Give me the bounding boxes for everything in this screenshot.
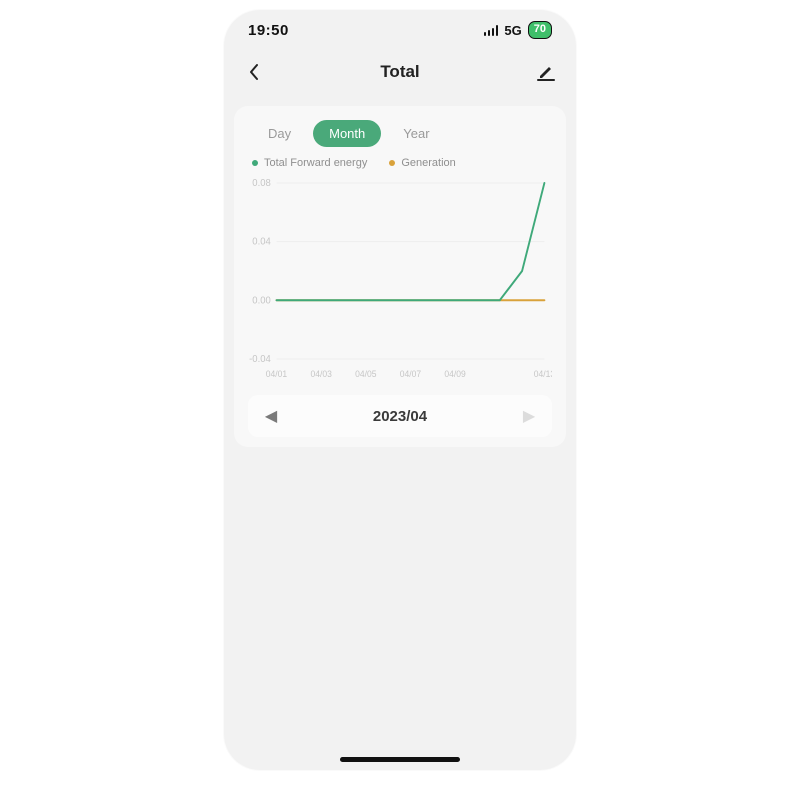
tab-month[interactable]: Month (313, 120, 381, 147)
network-label: 5G (504, 23, 521, 38)
tab-day[interactable]: Day (252, 120, 307, 147)
svg-text:0.08: 0.08 (252, 178, 270, 189)
svg-text:04/05: 04/05 (355, 369, 376, 379)
svg-text:04/13: 04/13 (534, 369, 552, 379)
legend-label-generation: Generation (401, 157, 455, 169)
page-title: Total (224, 62, 576, 82)
svg-text:04/01: 04/01 (266, 369, 287, 379)
status-right: 5G 70 (484, 21, 552, 38)
chart-area: -0.04 0.00 0.04 0.08 04/01 04/03 04/05 04/07 04/… (248, 177, 552, 387)
date-picker-label: 2023/04 (373, 408, 427, 425)
pencil-icon (537, 63, 555, 81)
range-tabs: Day Month Year (248, 120, 552, 157)
chevron-left-icon (247, 63, 261, 81)
nav-bar: Total (224, 54, 576, 90)
svg-text:0.04: 0.04 (252, 236, 271, 247)
legend-label-forward: Total Forward energy (264, 157, 367, 169)
signal-icon (484, 25, 499, 36)
home-indicator (340, 757, 460, 762)
back-button[interactable] (242, 60, 266, 84)
svg-text:04/03: 04/03 (310, 369, 331, 379)
svg-text:04/09: 04/09 (444, 369, 465, 379)
next-month-button[interactable]: ▶ (520, 406, 538, 426)
legend-item-forward: Total Forward energy (252, 157, 367, 169)
chart-card: Day Month Year Total Forward energy Gene… (234, 106, 566, 447)
status-time: 19:50 (248, 22, 289, 39)
edit-button[interactable] (534, 60, 558, 84)
prev-month-button[interactable]: ◀ (262, 406, 280, 426)
phone-frame: 19:50 5G 70 Total Day Month (224, 10, 576, 770)
battery-icon: 70 (528, 21, 552, 38)
legend-item-generation: Generation (389, 157, 455, 169)
chart-legend: Total Forward energy Generation (248, 157, 552, 177)
svg-text:-0.04: -0.04 (249, 354, 271, 365)
status-bar: 19:50 5G 70 (224, 10, 576, 50)
line-chart: -0.04 0.00 0.04 0.08 04/01 04/03 04/05 04/07 04/… (248, 177, 552, 387)
date-picker: ◀ 2023/04 ▶ (248, 395, 552, 437)
svg-text:0.00: 0.00 (252, 295, 271, 306)
tab-year[interactable]: Year (387, 120, 445, 147)
svg-text:04/07: 04/07 (400, 369, 421, 379)
legend-dot-forward (252, 160, 258, 166)
legend-dot-generation (389, 160, 395, 166)
